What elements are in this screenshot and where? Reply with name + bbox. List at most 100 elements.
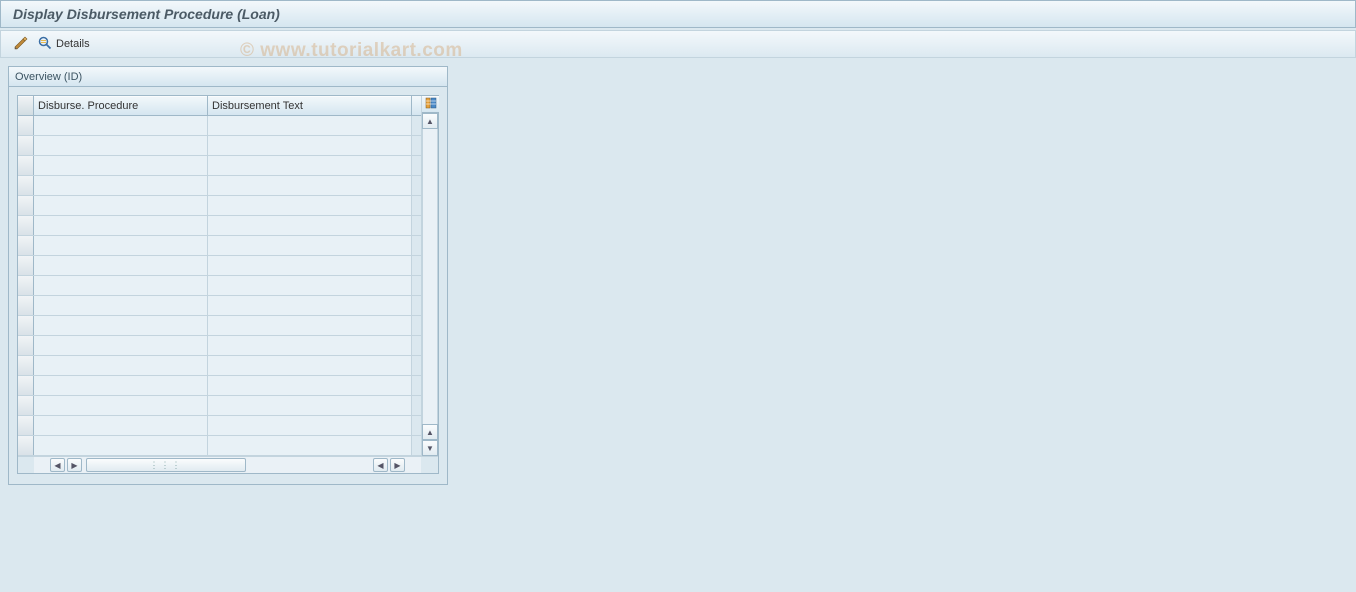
table-row xyxy=(18,136,421,156)
row-select-handle[interactable] xyxy=(18,376,34,395)
cell-text[interactable] xyxy=(208,236,412,255)
cell-procedure[interactable] xyxy=(34,376,208,395)
col-header-text[interactable]: Disbursement Text xyxy=(208,96,412,115)
table-row xyxy=(18,376,421,396)
cell-text[interactable] xyxy=(208,356,412,375)
row-select-handle[interactable] xyxy=(18,396,34,415)
triangle-left-icon: ◀ xyxy=(54,461,60,470)
cell-procedure[interactable] xyxy=(34,296,208,315)
cell-procedure[interactable] xyxy=(34,256,208,275)
triangle-up-icon: ▲ xyxy=(426,117,434,126)
cell-text[interactable] xyxy=(208,116,412,135)
cell-text[interactable] xyxy=(208,156,412,175)
cell-procedure[interactable] xyxy=(34,156,208,175)
horizontal-scroll-thumb[interactable]: ⋮⋮⋮ xyxy=(86,458,246,472)
vertical-scroll-track[interactable] xyxy=(422,129,438,424)
row-select-handle[interactable] xyxy=(18,436,34,455)
row-select-handle[interactable] xyxy=(18,276,34,295)
row-select-handle[interactable] xyxy=(18,256,34,275)
cell-procedure[interactable] xyxy=(34,336,208,355)
magnifier-detail-icon xyxy=(37,35,53,54)
row-select-handle[interactable] xyxy=(18,236,34,255)
table-header-row: Disburse. Procedure Disbursement Text xyxy=(18,96,421,116)
row-select-handle[interactable] xyxy=(18,216,34,235)
horizontal-scrollbar: ◀ ▶ ⋮⋮⋮ ◀ ▶ xyxy=(18,456,438,473)
table-row xyxy=(18,256,421,276)
cell-text[interactable] xyxy=(208,316,412,335)
cell-procedure[interactable] xyxy=(34,176,208,195)
row-select-handle[interactable] xyxy=(18,196,34,215)
application-toolbar: Details xyxy=(0,30,1356,58)
table-row xyxy=(18,396,421,416)
details-button-label: Details xyxy=(56,38,90,50)
table-row xyxy=(18,316,421,336)
vertical-scrollbar: ▲ ▲ ▼ xyxy=(421,96,438,456)
table-row xyxy=(18,176,421,196)
row-select-handle[interactable] xyxy=(18,116,34,135)
row-select-handle[interactable] xyxy=(18,156,34,175)
col-header-procedure[interactable]: Disburse. Procedure xyxy=(34,96,208,115)
table-row xyxy=(18,336,421,356)
overview-panel-title: Overview (ID) xyxy=(15,71,82,83)
triangle-up-icon: ▲ xyxy=(426,428,434,437)
cell-text[interactable] xyxy=(208,176,412,195)
disbursement-table: Disburse. Procedure Disbursement Text xyxy=(17,95,439,474)
cell-text[interactable] xyxy=(208,416,412,435)
row-select-handle[interactable] xyxy=(18,336,34,355)
cell-text[interactable] xyxy=(208,256,412,275)
row-select-handle[interactable] xyxy=(18,356,34,375)
scroll-left-button[interactable]: ◀ xyxy=(50,458,65,472)
cell-procedure[interactable] xyxy=(34,136,208,155)
scroll-right-button[interactable]: ▶ xyxy=(390,458,405,472)
scroll-up-button[interactable]: ▲ xyxy=(422,113,438,129)
scroll-right-page-button[interactable]: ◀ xyxy=(373,458,388,472)
pencil-glasses-icon xyxy=(13,35,29,54)
table-settings-icon xyxy=(425,97,437,112)
cell-procedure[interactable] xyxy=(34,216,208,235)
row-select-handle[interactable] xyxy=(18,136,34,155)
triangle-left-icon: ◀ xyxy=(377,461,383,470)
cell-text[interactable] xyxy=(208,296,412,315)
triangle-down-icon: ▼ xyxy=(426,444,434,453)
cell-procedure[interactable] xyxy=(34,276,208,295)
row-select-handle[interactable] xyxy=(18,416,34,435)
cell-text[interactable] xyxy=(208,136,412,155)
row-select-handle[interactable] xyxy=(18,296,34,315)
table-row xyxy=(18,216,421,236)
cell-procedure[interactable] xyxy=(34,416,208,435)
table-config-button[interactable] xyxy=(422,96,439,113)
row-select-all-header[interactable] xyxy=(18,96,34,115)
table-row xyxy=(18,436,421,456)
overview-panel-header: Overview (ID) xyxy=(9,67,447,87)
cell-procedure[interactable] xyxy=(34,116,208,135)
scroll-up-page-button[interactable]: ▲ xyxy=(422,424,438,440)
row-select-handle[interactable] xyxy=(18,316,34,335)
table-row xyxy=(18,356,421,376)
cell-procedure[interactable] xyxy=(34,196,208,215)
cell-text[interactable] xyxy=(208,196,412,215)
details-button[interactable]: Details xyxy=(35,34,92,54)
cell-procedure[interactable] xyxy=(34,356,208,375)
cell-procedure[interactable] xyxy=(34,236,208,255)
table-row xyxy=(18,236,421,256)
row-select-handle[interactable] xyxy=(18,176,34,195)
cell-procedure[interactable] xyxy=(34,316,208,335)
overview-panel: Overview (ID) Disburse. Procedure Disbur… xyxy=(8,66,448,485)
cell-procedure[interactable] xyxy=(34,396,208,415)
cell-text[interactable] xyxy=(208,276,412,295)
table-row xyxy=(18,416,421,436)
table-row xyxy=(18,116,421,136)
scroll-left-page-button[interactable]: ▶ xyxy=(67,458,82,472)
toggle-edit-button[interactable] xyxy=(11,34,31,54)
cell-text[interactable] xyxy=(208,216,412,235)
table-row xyxy=(18,296,421,316)
cell-text[interactable] xyxy=(208,436,412,455)
cell-text[interactable] xyxy=(208,396,412,415)
window-title-bar: Display Disbursement Procedure (Loan) xyxy=(0,0,1356,28)
table-row xyxy=(18,276,421,296)
cell-text[interactable] xyxy=(208,336,412,355)
cell-procedure[interactable] xyxy=(34,436,208,455)
cell-text[interactable] xyxy=(208,376,412,395)
scroll-down-button[interactable]: ▼ xyxy=(422,440,438,456)
window-title: Display Disbursement Procedure (Loan) xyxy=(13,6,280,22)
